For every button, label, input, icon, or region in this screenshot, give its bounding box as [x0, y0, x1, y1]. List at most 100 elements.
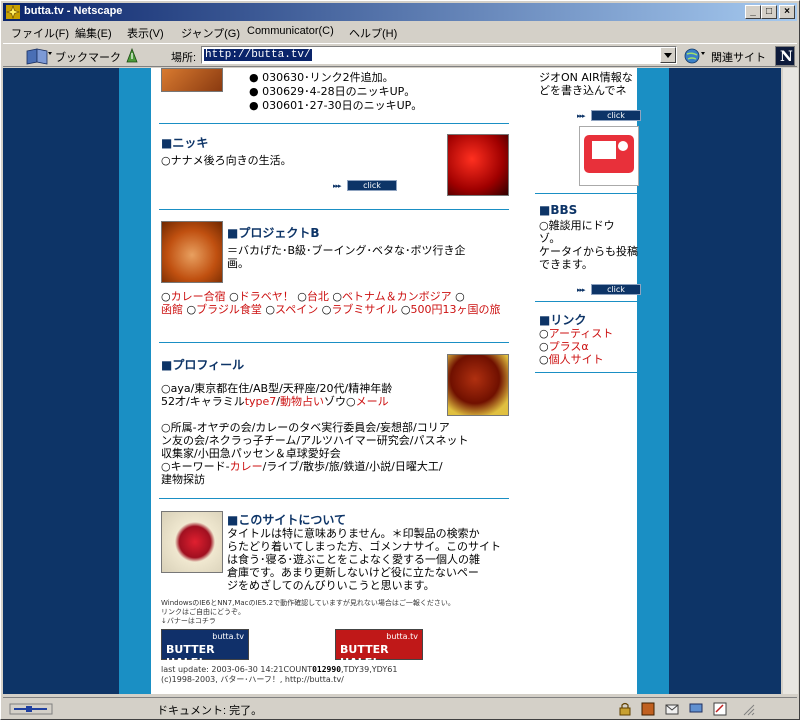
- click-label: click: [591, 284, 641, 295]
- about-title-text: このサイトについて: [238, 513, 346, 527]
- resize-grip-icon[interactable]: [741, 702, 755, 716]
- project-link[interactable]: ラブミサイル: [331, 303, 397, 316]
- netscape-n-logo[interactable]: N: [775, 46, 795, 66]
- curry-link[interactable]: カレー: [230, 460, 263, 473]
- divider: [159, 209, 509, 210]
- bookmark-label[interactable]: ブックマーク: [55, 49, 121, 65]
- link-note: リンクはご自由にどうぞ。: [161, 608, 245, 616]
- profile-aff-text: ン友の会/ネクラっ子チーム/アルツハイマー研究会/パスネット: [161, 434, 469, 447]
- compat-note: WindowsのIE6とNN7,MacのIE5.2で動作確認していますが見れない…: [161, 599, 455, 607]
- bbs-click-button[interactable]: ▸▸▸ click: [577, 284, 643, 296]
- menu-go[interactable]: ジャンプ(G): [181, 25, 240, 41]
- location-icon[interactable]: [123, 47, 141, 65]
- arrow-icon: ▸▸▸: [577, 112, 585, 120]
- connection-icon: [9, 703, 53, 715]
- menu-communicator[interactable]: Communicator(C): [247, 25, 334, 37]
- status-text: ドキュメント: 完了。: [157, 705, 263, 717]
- type7-link[interactable]: type7: [245, 395, 277, 408]
- nikki-click-button[interactable]: ▸▸▸ click: [333, 180, 399, 192]
- arrow-icon: ▸▸▸: [333, 182, 341, 190]
- project-link[interactable]: 函館: [161, 303, 183, 316]
- project-link[interactable]: ベトナム＆カンボジア: [342, 290, 452, 303]
- project-link[interactable]: スペイン: [275, 303, 318, 316]
- bookmark-icon[interactable]: [25, 47, 53, 65]
- plus-alpha-link[interactable]: プラスα: [549, 340, 589, 353]
- menu-edit[interactable]: 編集(E): [75, 25, 112, 41]
- composer-icon[interactable]: [713, 702, 727, 716]
- divider: [159, 498, 509, 499]
- nikki-title-text: ニッキ: [172, 136, 209, 150]
- about-text: らたどり着いてしまった方、ゴメンナサイ。このサイト: [227, 540, 502, 553]
- profile-line2: 52才/キャラミルtype7/動物占いゾウ○メール: [161, 395, 389, 408]
- banner-note: ↓バナーはコチラ: [161, 617, 216, 625]
- last-update: last update: 2003-06-30 14:21: [161, 665, 284, 674]
- bbs-desc-text: 雑談用にドウ: [548, 219, 615, 232]
- minimize-button[interactable]: _: [745, 5, 761, 19]
- project-links-row2: 函館 ○ブラジル食堂 ○スペイン ○ラブミサイル ○500円13ヶ国の旅: [161, 303, 501, 316]
- radio-info-text: どを書き込んでネ: [539, 84, 627, 97]
- page-body: ● 030630･リンク2件追加。 ● 030629･4-28日のニッキUP。 …: [151, 68, 643, 694]
- mobile-phone-image: [579, 126, 639, 186]
- copyright: (c)1998-2003, バター･ハーフ！, http://butta.tv/: [161, 675, 344, 684]
- menu-file[interactable]: ファイル(F): [11, 25, 69, 41]
- location-toolbar: ブックマーク 場所: http://butta.tv/ 関連サイト N: [3, 43, 797, 67]
- project-link[interactable]: 500円13ヶ国の旅: [410, 303, 500, 316]
- left-stripe: [119, 68, 151, 694]
- profile-title-text: プロフィール: [172, 358, 245, 372]
- security-lock-icon[interactable]: [619, 702, 631, 716]
- banner-blue[interactable]: butta.tv BUTTER HALF!: [161, 629, 249, 669]
- bbs-desc-text: ゾ。: [539, 232, 561, 245]
- artist-link[interactable]: アーティスト: [549, 327, 614, 340]
- browser-window: butta.tv - Netscape _ □ × ファイル(F) 編集(E) …: [0, 0, 800, 720]
- banner-red[interactable]: butta.tv BUTTER HALF!: [335, 629, 423, 669]
- personal-site-link[interactable]: 個人サイト: [549, 353, 604, 366]
- maximize-button[interactable]: □: [761, 5, 777, 19]
- menu-view[interactable]: 表示(V): [127, 25, 164, 41]
- news-item: ● 030601･27-30日のニッキUP。: [249, 99, 423, 112]
- vertical-scrollbar[interactable]: [782, 68, 798, 694]
- url-input[interactable]: http://butta.tv/: [204, 49, 312, 61]
- status-bar: ドキュメント: 完了。: [3, 697, 797, 719]
- sidebar-link: ○アーティスト: [539, 327, 614, 340]
- bbs-title-text: BBS: [550, 203, 578, 217]
- close-button[interactable]: ×: [779, 5, 795, 19]
- menu-bar: ファイル(F) 編集(E) 表示(V) ジャンプ(G) Communicator…: [3, 22, 797, 41]
- right-stripe: [637, 68, 669, 694]
- divider: [159, 123, 509, 124]
- mail-link[interactable]: メール: [356, 395, 389, 408]
- related-sites-icon[interactable]: [683, 47, 707, 65]
- profile-keywords: ○キーワード-カレー/ライブ/散歩/旅/鉄道/小説/日曜大工/: [161, 460, 443, 473]
- counter-rest: ,TDY39,YDY61: [341, 665, 398, 674]
- mail-icon[interactable]: [665, 702, 679, 716]
- about-text: 倉庫です。あまり更新しないけど役に立たないペー: [227, 566, 479, 579]
- click-label: click: [591, 110, 641, 121]
- title-bar: butta.tv - Netscape _ □ ×: [3, 3, 797, 21]
- radio-click-button[interactable]: ▸▸▸ click: [577, 110, 643, 122]
- page-viewport: ● 030630･リンク2件追加。 ● 030629･4-28日のニッキUP。 …: [3, 68, 781, 694]
- bbs-desc-text: ケータイからも投稿: [539, 245, 638, 258]
- animal-fortune-link[interactable]: 動物占い: [280, 395, 324, 408]
- phone-body-icon: [584, 135, 634, 173]
- project-desc: ＝バカげた･B級･ブーイング･ベタな･ボツ行き企: [227, 244, 466, 257]
- discussion-icon[interactable]: [689, 702, 703, 716]
- divider: [535, 193, 643, 194]
- profile-aff-text: 所属-オヤヂの会/カレーのタベ実行委員会/妄想部/コリア: [170, 421, 450, 434]
- related-sites-label[interactable]: 関連サイト: [711, 49, 766, 65]
- divider: [535, 372, 643, 373]
- project-link[interactable]: ブラジル食堂: [196, 303, 262, 316]
- project-link[interactable]: カレー合宿: [171, 290, 226, 303]
- profile-line1: ○aya/東京都在住/AB型/天秤座/20代/精神年齢: [161, 382, 393, 395]
- project-link[interactable]: ドラベヤ！: [239, 290, 294, 303]
- link-title-text: リンク: [550, 313, 587, 327]
- url-dropdown-button[interactable]: [660, 47, 676, 63]
- project-link[interactable]: 台北: [307, 290, 329, 303]
- animal-value: ゾウ: [324, 395, 346, 408]
- menu-help[interactable]: ヘルプ(H): [349, 25, 397, 41]
- news-item-text: 030630･リンク2件追加。: [262, 71, 394, 84]
- nikki-desc: ○ナナメ後ろ向きの生活。: [161, 154, 292, 167]
- chevron-down-icon: [664, 53, 672, 58]
- navigator-icon[interactable]: [641, 702, 655, 716]
- about-text: タイトルは特に意味ありません。＊印製品の検索か: [227, 527, 480, 540]
- nikki-photo: [447, 134, 509, 196]
- arrow-icon: ▸▸▸: [577, 286, 585, 294]
